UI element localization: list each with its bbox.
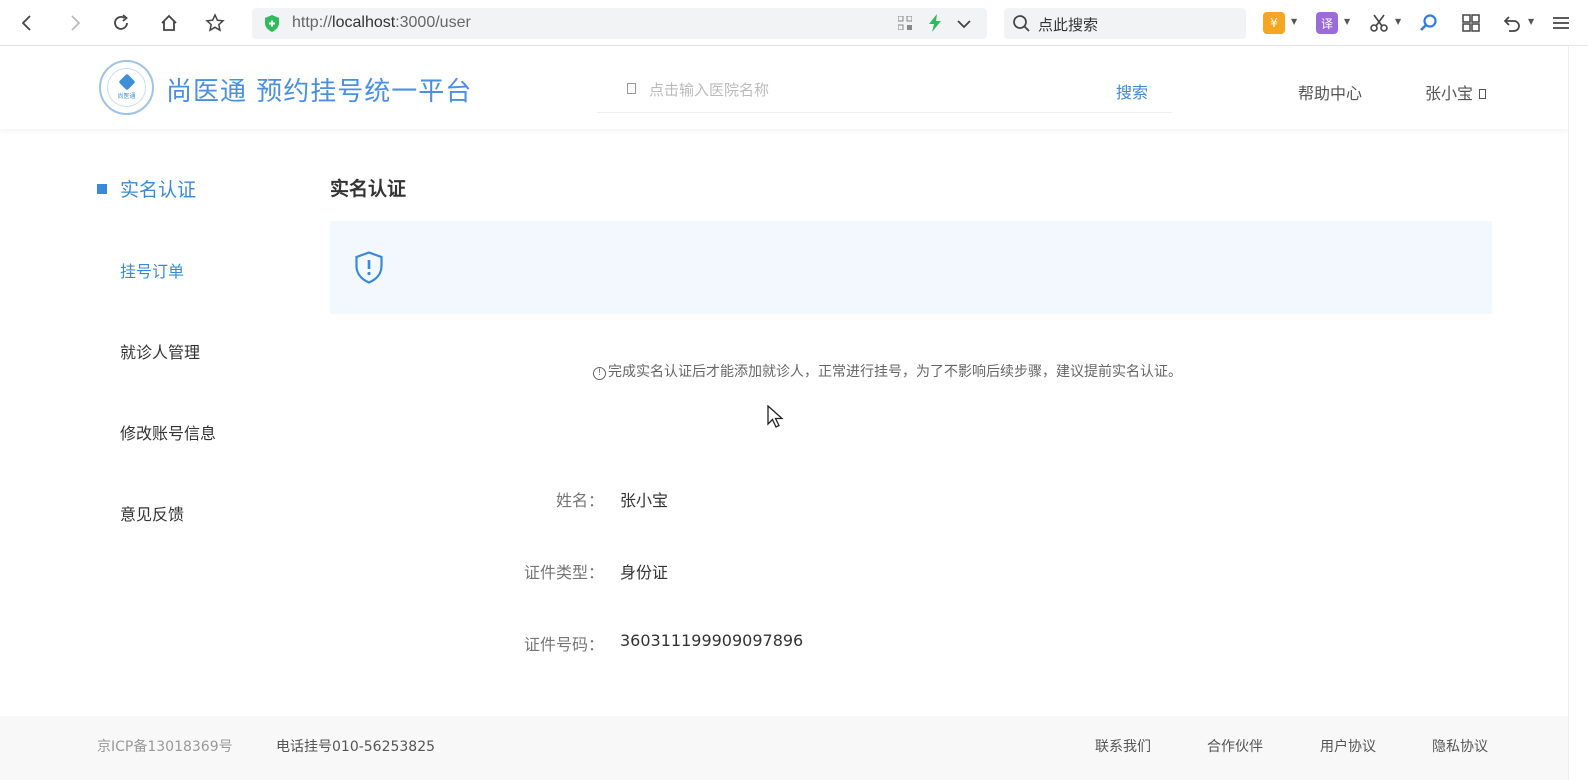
id-type-value: 身份证 bbox=[620, 563, 669, 582]
caret-down-icon[interactable]: ▼ bbox=[1528, 17, 1534, 26]
scissors-icon[interactable] bbox=[1366, 10, 1392, 36]
search-box-icon bbox=[627, 83, 636, 94]
secure-shield-icon bbox=[265, 15, 279, 32]
shopping-extension-icon[interactable]: ¥ bbox=[1263, 12, 1285, 34]
id-number-label: 证件号码： bbox=[523, 635, 604, 654]
caret-down-icon[interactable]: ▼ bbox=[1344, 17, 1350, 26]
page-title: 实名认证 bbox=[330, 178, 407, 200]
active-indicator-icon bbox=[97, 184, 107, 194]
browser-toolbar: http://localhost:3000/user 点此搜索 ¥ ▼ 译 ▼ … bbox=[0, 0, 1588, 46]
scrollbar-track[interactable] bbox=[1568, 46, 1588, 780]
apps-grid-icon[interactable] bbox=[1458, 10, 1484, 36]
translate-extension-icon[interactable]: 译 bbox=[1316, 12, 1338, 34]
sidebar-item-feedback[interactable]: 意见反馈 bbox=[120, 501, 184, 525]
sidebar-item-account[interactable]: 修改账号信息 bbox=[120, 420, 216, 444]
auth-banner bbox=[330, 221, 1492, 314]
site-logo[interactable]: 尚医通 bbox=[99, 60, 154, 115]
footer-link-user-agreement[interactable]: 用户协议 bbox=[1320, 736, 1376, 756]
footer-link-privacy[interactable]: 隐私协议 bbox=[1432, 736, 1488, 756]
qr-code-icon[interactable] bbox=[898, 16, 912, 30]
logo-cross-icon bbox=[118, 73, 135, 90]
mouse-cursor-icon bbox=[767, 405, 784, 428]
site-footer: 京ICP备13018369号 电话挂号010-56253825 联系我们 合作伙… bbox=[0, 716, 1568, 780]
sidebar-item-orders[interactable]: 挂号订单 bbox=[120, 258, 184, 282]
auth-tip: ! 完成实名认证后才能添加就诊人，正常进行挂号，为了不影响后续步骤，建议提前实名认… bbox=[593, 361, 1182, 381]
address-bar[interactable]: http://localhost:3000/user bbox=[252, 8, 987, 39]
id-number-value: 360311199909097896 bbox=[620, 631, 804, 650]
phone-booking: 电话挂号010-56253825 bbox=[276, 739, 436, 755]
site-header: 尚医通 尚医通 预约挂号统一平台 点击输入医院名称 搜索 帮助中心 张小宝 bbox=[0, 47, 1568, 129]
search-icon bbox=[1013, 15, 1030, 32]
user-name: 张小宝 bbox=[1425, 84, 1474, 103]
url-text: http://localhost:3000/user bbox=[292, 14, 471, 31]
lightning-icon[interactable] bbox=[927, 14, 943, 32]
icp-record: 京ICP备13018369号 bbox=[97, 739, 233, 755]
chevron-down-icon[interactable] bbox=[955, 15, 973, 33]
footer-link-partners[interactable]: 合作伙伴 bbox=[1207, 736, 1263, 756]
browser-search-box[interactable]: 点此搜索 bbox=[1004, 8, 1246, 39]
sidebar-item-label: 实名认证 bbox=[120, 179, 197, 201]
home-icon[interactable] bbox=[156, 10, 182, 36]
back-icon[interactable] bbox=[14, 10, 40, 36]
id-type-label: 证件类型： bbox=[523, 563, 604, 582]
auth-tip-text: 完成实名认证后才能添加就诊人，正常进行挂号，为了不影响后续步骤，建议提前实名认证… bbox=[608, 364, 1182, 380]
user-menu[interactable]: 张小宝 bbox=[1425, 80, 1487, 104]
hospital-search-input[interactable]: 点击输入医院名称 bbox=[649, 79, 769, 100]
reload-icon[interactable] bbox=[108, 10, 134, 36]
caret-down-icon[interactable]: ▼ bbox=[1291, 17, 1297, 26]
help-center-link[interactable]: 帮助中心 bbox=[1298, 80, 1362, 104]
forward-icon[interactable] bbox=[62, 10, 88, 36]
footer-link-contact[interactable]: 联系我们 bbox=[1095, 736, 1151, 756]
menu-icon[interactable] bbox=[1549, 10, 1569, 36]
user-dropdown-icon bbox=[1479, 89, 1487, 99]
site-title[interactable]: 尚医通 预约挂号统一平台 bbox=[166, 71, 472, 108]
browser-search-placeholder: 点此搜索 bbox=[1038, 16, 1099, 34]
search-button[interactable]: 搜索 bbox=[1116, 79, 1148, 103]
shield-alert-icon bbox=[355, 251, 383, 284]
logo-text: 尚医通 bbox=[117, 92, 136, 100]
caret-down-icon[interactable]: ▼ bbox=[1395, 17, 1401, 26]
magnifier-extension-icon[interactable] bbox=[1416, 10, 1442, 36]
undo-icon[interactable] bbox=[1499, 10, 1525, 36]
sidebar-item-patients[interactable]: 就诊人管理 bbox=[120, 339, 200, 363]
name-label: 姓名： bbox=[555, 491, 604, 510]
bookmark-star-icon[interactable] bbox=[202, 10, 228, 36]
hospital-search[interactable]: 点击输入医院名称 搜索 bbox=[597, 67, 1172, 113]
info-icon: ! bbox=[593, 367, 606, 380]
name-value: 张小宝 bbox=[620, 491, 669, 510]
